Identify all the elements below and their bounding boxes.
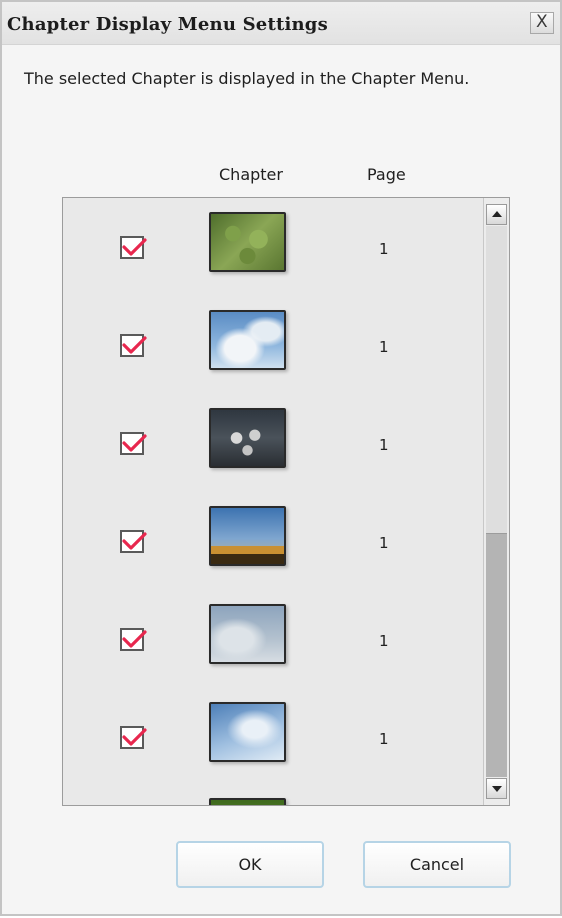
arrow-up-icon bbox=[492, 211, 502, 217]
scroll-down-button[interactable] bbox=[486, 778, 507, 799]
chapter-thumbnail[interactable] bbox=[209, 798, 286, 805]
chapter-list-content: 1 1 1 1 1 1 bbox=[63, 198, 483, 805]
chapter-thumbnail[interactable] bbox=[209, 310, 286, 370]
cancel-button[interactable]: Cancel bbox=[363, 841, 511, 888]
chapter-thumbnail[interactable] bbox=[209, 506, 286, 566]
chapter-thumbnail[interactable] bbox=[209, 604, 286, 664]
vertical-scrollbar[interactable] bbox=[483, 198, 509, 805]
chapter-page-number: 1 bbox=[379, 730, 389, 748]
description-text: The selected Chapter is displayed in the… bbox=[24, 69, 470, 88]
chapter-checkbox[interactable] bbox=[120, 432, 147, 455]
chapter-row: 1 bbox=[63, 688, 483, 786]
chapter-checkbox[interactable] bbox=[120, 236, 147, 259]
checkmark-icon bbox=[122, 728, 147, 746]
chapter-thumbnail[interactable] bbox=[209, 212, 286, 272]
scroll-thumb[interactable] bbox=[486, 533, 507, 777]
chapter-page-number: 1 bbox=[379, 338, 389, 356]
arrow-down-icon bbox=[492, 786, 502, 792]
checkmark-icon bbox=[122, 336, 147, 354]
chapter-row bbox=[63, 786, 483, 805]
ok-button[interactable]: OK bbox=[176, 841, 324, 888]
checkmark-icon bbox=[122, 532, 147, 550]
checkmark-icon bbox=[122, 238, 147, 256]
chapter-list: 1 1 1 1 1 1 bbox=[62, 197, 510, 806]
chapter-page-number: 1 bbox=[379, 240, 389, 258]
chapter-page-number: 1 bbox=[379, 632, 389, 650]
chapter-settings-dialog: Chapter Display Menu Settings X The sele… bbox=[0, 0, 562, 916]
chapter-row: 1 bbox=[63, 198, 483, 296]
chapter-row: 1 bbox=[63, 492, 483, 590]
scroll-up-button[interactable] bbox=[486, 204, 507, 225]
checkmark-icon bbox=[122, 630, 147, 648]
chapter-row: 1 bbox=[63, 590, 483, 688]
chapter-row: 1 bbox=[63, 394, 483, 492]
chapter-thumbnail[interactable] bbox=[209, 702, 286, 762]
close-icon: X bbox=[536, 12, 548, 32]
title-bar[interactable]: Chapter Display Menu Settings X bbox=[2, 2, 560, 45]
chapter-page-number: 1 bbox=[379, 534, 389, 552]
dialog-title: Chapter Display Menu Settings bbox=[7, 14, 328, 35]
scroll-track[interactable] bbox=[486, 226, 507, 777]
chapter-checkbox[interactable] bbox=[120, 334, 147, 357]
chapter-checkbox[interactable] bbox=[120, 628, 147, 651]
column-header-page: Page bbox=[367, 165, 406, 184]
close-button[interactable]: X bbox=[530, 12, 554, 34]
checkmark-icon bbox=[122, 434, 147, 452]
column-header-chapter: Chapter bbox=[219, 165, 283, 184]
chapter-thumbnail[interactable] bbox=[209, 408, 286, 468]
chapter-row: 1 bbox=[63, 296, 483, 394]
chapter-page-number: 1 bbox=[379, 436, 389, 454]
chapter-checkbox[interactable] bbox=[120, 530, 147, 553]
chapter-checkbox[interactable] bbox=[120, 726, 147, 749]
